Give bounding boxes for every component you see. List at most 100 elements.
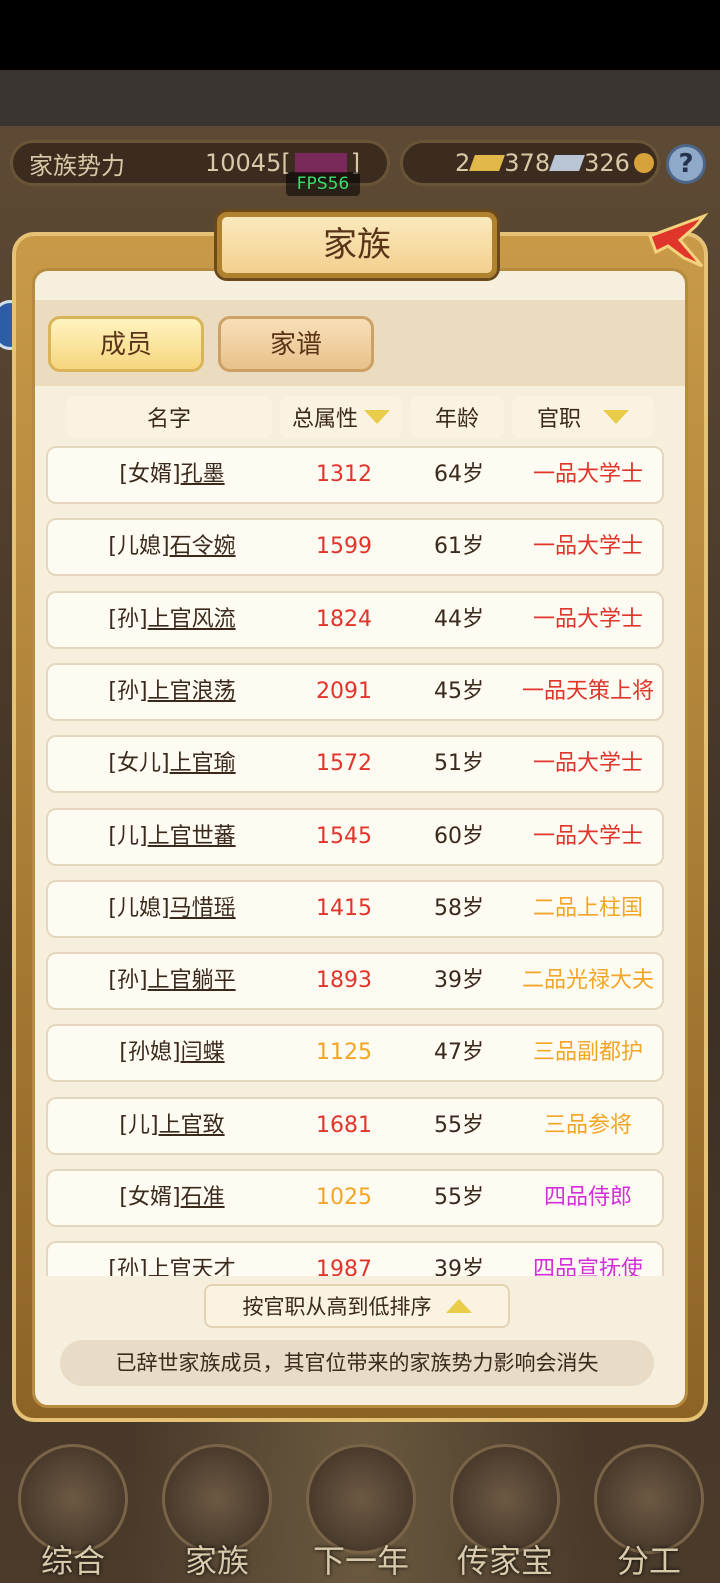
member-relation: [儿媳] (108, 534, 170, 560)
member-post: 三品参将 (543, 1112, 632, 1138)
member-row[interactable]: [儿媳]马惜瑶 1415 58岁 二品上柱国 (46, 879, 664, 938)
tab-members[interactable]: 成员 (48, 316, 204, 372)
sort-order-button[interactable]: 按官职从高到低排序 (204, 1284, 510, 1328)
member-post: 一品大学士 (532, 534, 643, 560)
member-relation: [儿] (119, 1112, 159, 1138)
member-relation: [孙] (108, 678, 148, 704)
member-post: 一品大学士 (532, 462, 643, 487)
member-name-cell: [儿]上官致 (52, 1099, 292, 1153)
member-name-cell: [女儿]上官瑜 (52, 737, 292, 791)
member-name-link[interactable]: 石令婉 (170, 534, 236, 559)
member-age: 45岁 (434, 678, 484, 704)
nav-heirloom-button[interactable]: 传家宝 (440, 1440, 570, 1583)
member-row[interactable]: [孙媳]闫蝶 1125 47岁 三品副都护 (46, 1024, 664, 1083)
tab-genealogy[interactable]: 家谱 (218, 316, 374, 372)
member-name-link[interactable]: 上官致 (159, 1113, 225, 1138)
member-relation: [女儿] (108, 751, 170, 777)
member-name-link[interactable]: 上官风流 (148, 607, 236, 632)
member-name-link[interactable]: 闫蝶 (181, 1040, 225, 1065)
modal-title: 家族 (217, 212, 497, 278)
member-name-cell: [孙]上官风流 (52, 593, 292, 647)
header-post-sort[interactable]: 官职 (512, 396, 654, 438)
header-post-label: 官职 (536, 407, 581, 432)
member-name-link[interactable]: 上官世蕃 (148, 824, 236, 849)
member-name-cell: [孙媳]闫蝶 (52, 1026, 292, 1080)
power-label: 家族势力 (29, 151, 125, 180)
power-value: 10045 (205, 149, 282, 177)
currency-pill: 2 378 326 (400, 140, 660, 186)
member-relation: [孙] (108, 1257, 148, 1276)
member-row[interactable]: [孙]上官浪荡 2091 45岁 一品天策上将 (46, 662, 664, 721)
top-band (0, 70, 720, 126)
nav-division-button[interactable]: 分工 (584, 1440, 714, 1583)
member-age: 44岁 (434, 606, 484, 632)
member-post: 二品上柱国 (532, 895, 643, 921)
coin-icon (633, 153, 654, 173)
sort-down-icon (364, 410, 390, 424)
member-row[interactable]: [儿]上官世蕃 1545 60岁 一品大学士 (46, 807, 664, 866)
nav-overview-button[interactable]: 综合 (8, 1440, 138, 1583)
member-row[interactable]: [女婿]石准 1025 55岁 四品侍郎 (46, 1169, 664, 1227)
header-name-label: 名字 (146, 407, 191, 432)
member-post: 三品副都护 (532, 1040, 643, 1066)
member-attr: 1824 (316, 606, 372, 632)
member-name-cell: [孙]上官躺平 (52, 954, 292, 1008)
header-name: 名字 (66, 396, 272, 438)
member-name-link[interactable]: 石准 (181, 1185, 225, 1210)
nav-next-year-button[interactable]: 下一年 (296, 1440, 426, 1583)
header-age: 年龄 (410, 396, 504, 438)
member-name-cell: [孙]上官浪荡 (52, 665, 292, 719)
member-post: 二品光禄大夫 (521, 968, 654, 994)
member-row[interactable]: [孙]上官天才 1987 39岁 四品宣抚使 (46, 1241, 664, 1276)
member-name-cell: [儿媳]石令婉 (52, 520, 292, 574)
member-name-cell: [儿]上官世蕃 (52, 810, 292, 864)
member-row[interactable]: [儿媳]石令婉 1599 61岁 一品大学士 (46, 518, 664, 577)
member-row[interactable]: [女儿]上官瑜 1572 51岁 一品大学士 (46, 735, 664, 794)
close-icon[interactable] (644, 206, 710, 272)
member-name-link[interactable]: 上官瑜 (170, 751, 236, 776)
member-post: 一品天策上将 (521, 678, 654, 704)
member-row[interactable]: [儿]上官致 1681 55岁 三品参将 (46, 1096, 664, 1155)
member-name-link[interactable]: 上官躺平 (148, 968, 236, 993)
member-age: 60岁 (434, 823, 484, 849)
member-attr: 1545 (316, 823, 372, 849)
member-row[interactable]: [孙]上官风流 1824 44岁 一品大学士 (46, 590, 664, 649)
member-age: 39岁 (434, 968, 484, 994)
member-age: 47岁 (434, 1040, 484, 1066)
header-attr-label: 总属性 (291, 407, 358, 432)
member-attr: 1572 (316, 751, 372, 777)
member-age: 55岁 (434, 1185, 484, 1210)
member-age: 55岁 (434, 1112, 484, 1138)
member-relation: [儿] (108, 823, 148, 849)
member-row[interactable]: [孙]上官躺平 1893 39岁 二品光禄大夫 (46, 952, 664, 1011)
member-name-link[interactable]: 孔墨 (181, 462, 225, 487)
nav-family-button[interactable]: 家族 (152, 1440, 282, 1583)
member-attr: 1599 (316, 534, 372, 560)
header-attr-sort[interactable]: 总属性 (280, 396, 402, 438)
nav-division-label: 分工 (616, 1542, 681, 1580)
currency-coin-count: 326 (584, 149, 630, 177)
nav-heirloom-label: 传家宝 (456, 1542, 553, 1580)
member-relation: [孙] (108, 606, 148, 632)
member-post: 一品大学士 (532, 751, 643, 777)
member-attr: 2091 (316, 678, 372, 704)
member-row[interactable]: [女婿]孔墨 1312 64岁 一品大学士 (46, 446, 664, 504)
power-rank-badge (294, 153, 347, 173)
sort-up-icon (445, 1299, 472, 1313)
member-attr: 1312 (316, 462, 372, 487)
header-age-label: 年龄 (434, 407, 479, 432)
member-relation: [孙媳] (119, 1040, 181, 1066)
help-button[interactable]: ? (666, 144, 706, 184)
member-list[interactable]: [女婿]孔墨 1312 64岁 一品大学士 [儿媳]石令婉 1599 61岁 一品大学士 [孙]… (44, 446, 668, 1276)
member-relation: [女婿] (119, 1185, 181, 1210)
member-name-link[interactable]: 上官浪荡 (148, 679, 236, 704)
nav-overview-label: 综合 (40, 1542, 105, 1580)
currency-gold-count: 2 (455, 149, 471, 177)
member-attr: 1893 (316, 968, 372, 994)
member-name-link[interactable]: 马惜瑶 (170, 896, 236, 921)
member-post: 四品侍郎 (543, 1185, 632, 1210)
fps-counter: FPS56 (286, 172, 360, 196)
nav-next-year-label: 下一年 (312, 1542, 409, 1580)
member-name-link[interactable]: 上官天才 (148, 1257, 236, 1276)
silver-ingot-icon (549, 155, 586, 171)
